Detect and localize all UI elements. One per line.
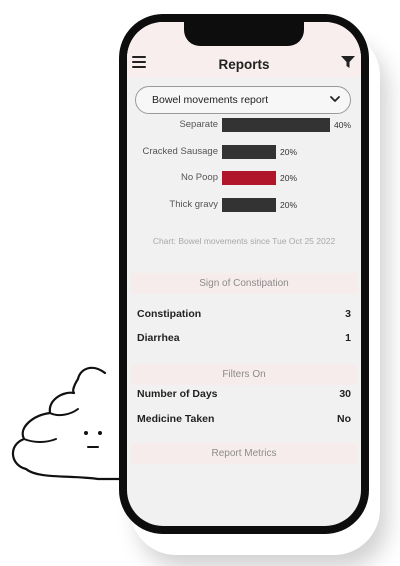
row-value: 30	[339, 388, 351, 400]
bar-value-label: 20%	[280, 199, 298, 210]
bar-category-label: No Poop	[181, 172, 218, 183]
section-header-constipation: Sign of Constipation	[131, 273, 357, 294]
funnel-icon[interactable]	[341, 56, 355, 68]
phone-frame: Reports Bowel movements report Separate 4…	[119, 14, 369, 534]
row-label: Constipation	[137, 308, 202, 320]
row-value: 1	[345, 332, 351, 344]
bar-row: Separate 40%	[127, 118, 361, 132]
bar-value-label: 20%	[280, 173, 298, 183]
bar-category-label: Thick gravy	[169, 198, 218, 210]
chart-caption: Chart: Bowel movements since Tue Oct 25 …	[152, 236, 336, 246]
page-title: Reports	[218, 57, 270, 72]
phone-notch	[184, 22, 304, 46]
row-constipation: Constipation 3	[137, 308, 351, 324]
row-value: No	[337, 413, 351, 425]
report-type-selected: Bowel movements report	[152, 94, 269, 106]
chevron-down-icon	[330, 96, 340, 102]
bar	[222, 118, 330, 132]
row-label: Medicine Taken	[137, 413, 215, 425]
bar-row: No Poop 20%	[127, 171, 361, 185]
row-label: Diarrhea	[137, 332, 180, 344]
bar-category-label: Separate	[179, 119, 218, 130]
bar	[222, 144, 276, 159]
row-label: Number of Days	[137, 388, 218, 400]
bar-value-label: 40%	[334, 120, 352, 130]
bar-row: Cracked Sausage 20%	[127, 144, 361, 159]
app-screen: Reports Bowel movements report Separate 4…	[127, 22, 361, 526]
bar	[222, 197, 276, 212]
bowel-movements-chart: Separate 40% Cracked Sausage 20% No Poop 20% T…	[127, 118, 361, 228]
row-medicine-taken: Medicine Taken No	[137, 413, 351, 429]
section-header-report-metrics: Report Metrics	[131, 443, 357, 464]
bar-value-label: 20%	[280, 146, 298, 157]
row-number-of-days: Number of Days 30	[137, 388, 351, 404]
section-header-filters: Filters On	[131, 364, 357, 385]
row-value: 3	[345, 308, 351, 320]
row-diarrhea: Diarrhea 1	[137, 332, 351, 348]
report-type-dropdown[interactable]: Bowel movements report	[135, 86, 351, 114]
bar-row: Thick gravy 20%	[127, 197, 361, 212]
bar	[222, 171, 276, 185]
bar-category-label: Cracked Sausage	[142, 145, 218, 157]
